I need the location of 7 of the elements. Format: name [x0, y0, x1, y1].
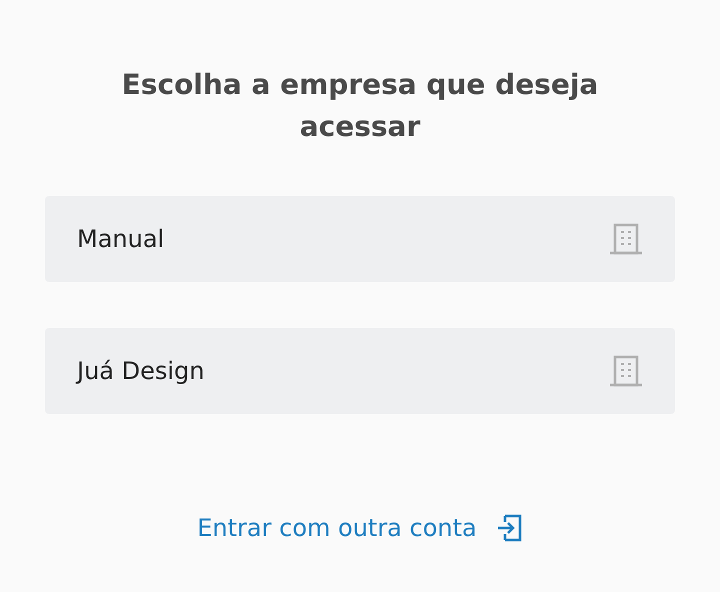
page-title: Escolha a empresa que deseja acessar [120, 67, 600, 145]
company-item[interactable]: Juá Design [45, 328, 675, 414]
other-account-link[interactable]: Entrar com outra conta [197, 514, 523, 542]
company-item[interactable]: Manual [45, 196, 675, 282]
sign-in-icon [496, 514, 523, 542]
building-icon [609, 354, 643, 388]
building-icon [609, 222, 643, 256]
